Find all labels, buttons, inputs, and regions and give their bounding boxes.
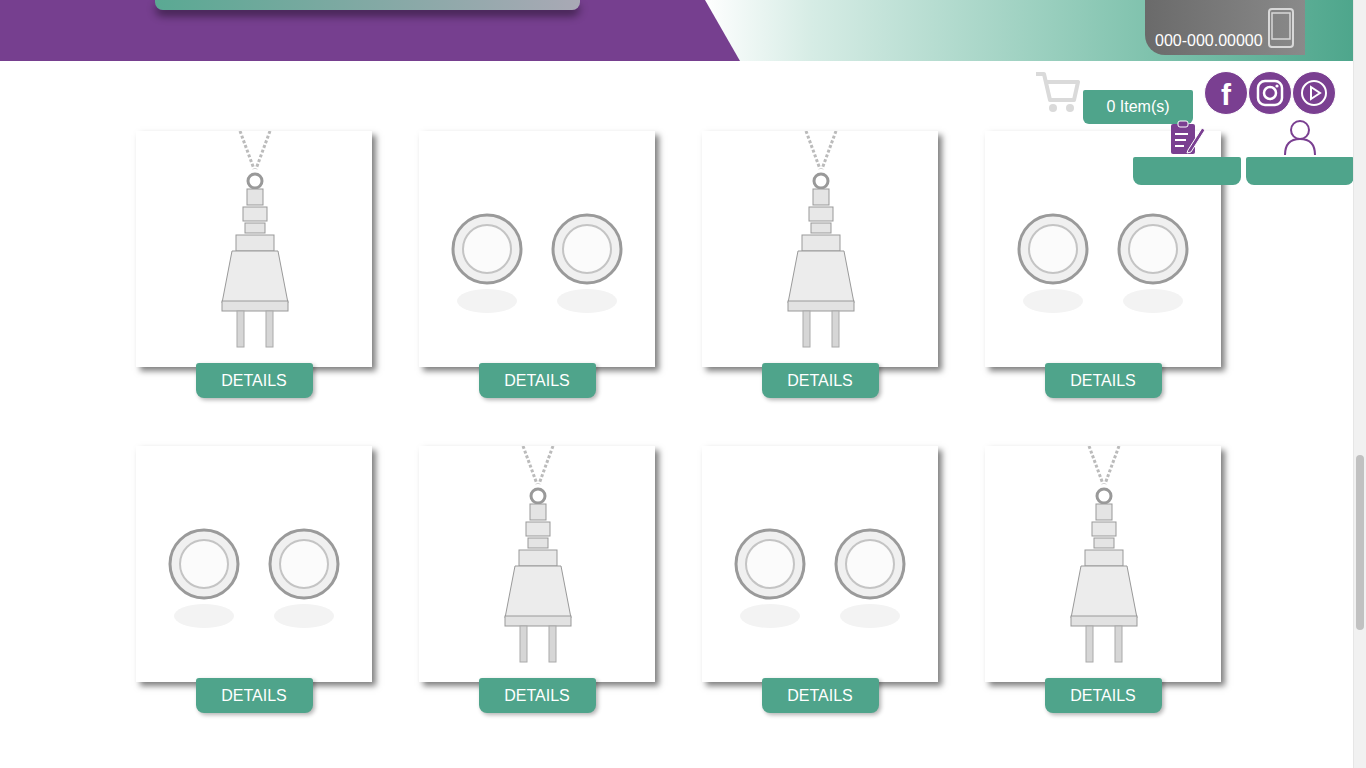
product-image[interactable] [702,446,938,682]
product-image[interactable] [136,446,372,682]
product-card: DETAILS [702,446,938,713]
details-button[interactable]: DETAILS [762,678,879,713]
scrollbar[interactable] [1353,0,1366,768]
product-image[interactable] [419,446,655,682]
orders-tab[interactable] [1133,118,1241,185]
earrings-picture [419,131,655,367]
order-list-icon [1168,118,1206,156]
top-menu-bar [155,0,580,10]
details-button[interactable]: DETAILS [479,678,596,713]
product-card: DETAILS [419,131,655,398]
play-icon [1299,78,1329,108]
header: 000-000.00000 [0,0,1353,61]
earrings-picture [136,446,372,682]
product-card: DETAILS [985,446,1221,713]
earrings-picture [702,446,938,682]
cart-count[interactable]: 0 Item(s) [1083,90,1193,124]
account-tabs [1133,118,1354,185]
page: 000-000.00000 DETAILS DETAILS DETAILS DE… [0,0,1366,768]
product-image[interactable] [136,131,372,367]
pendant-picture [419,446,655,682]
toolbar: 0 Item(s) f [0,0,1353,190]
user-tab[interactable] [1246,118,1354,185]
instagram-icon [1256,79,1284,107]
phone-box: 000-000.00000 [1145,0,1305,55]
pendant-picture [136,131,372,367]
details-button[interactable]: DETAILS [1045,678,1162,713]
product-image[interactable] [985,446,1221,682]
facebook-link[interactable]: f [1204,71,1248,115]
product-card: DETAILS [136,131,372,398]
phone-icon [1267,8,1295,48]
details-button[interactable]: DETAILS [1045,363,1162,398]
details-button[interactable]: DETAILS [762,363,879,398]
product-card: DETAILS [136,446,372,713]
details-button[interactable]: DETAILS [196,363,313,398]
tab-base [1133,157,1241,185]
product-image[interactable] [702,131,938,367]
details-button[interactable]: DETAILS [479,363,596,398]
cart-icon[interactable] [1034,70,1080,114]
details-button[interactable]: DETAILS [196,678,313,713]
pendant-picture [985,446,1221,682]
user-icon [1282,118,1318,156]
facebook-icon: f [1221,76,1231,110]
tab-base [1246,157,1354,185]
instagram-link[interactable] [1248,71,1292,115]
youtube-link[interactable] [1292,71,1336,115]
product-card: DETAILS [702,131,938,398]
social-links: f [1204,71,1336,115]
product-image[interactable] [419,131,655,367]
scrollbar-thumb[interactable] [1356,455,1364,630]
pendant-picture [702,131,938,367]
phone-number[interactable]: 000-000.00000 [1155,6,1263,50]
product-card: DETAILS [419,446,655,713]
